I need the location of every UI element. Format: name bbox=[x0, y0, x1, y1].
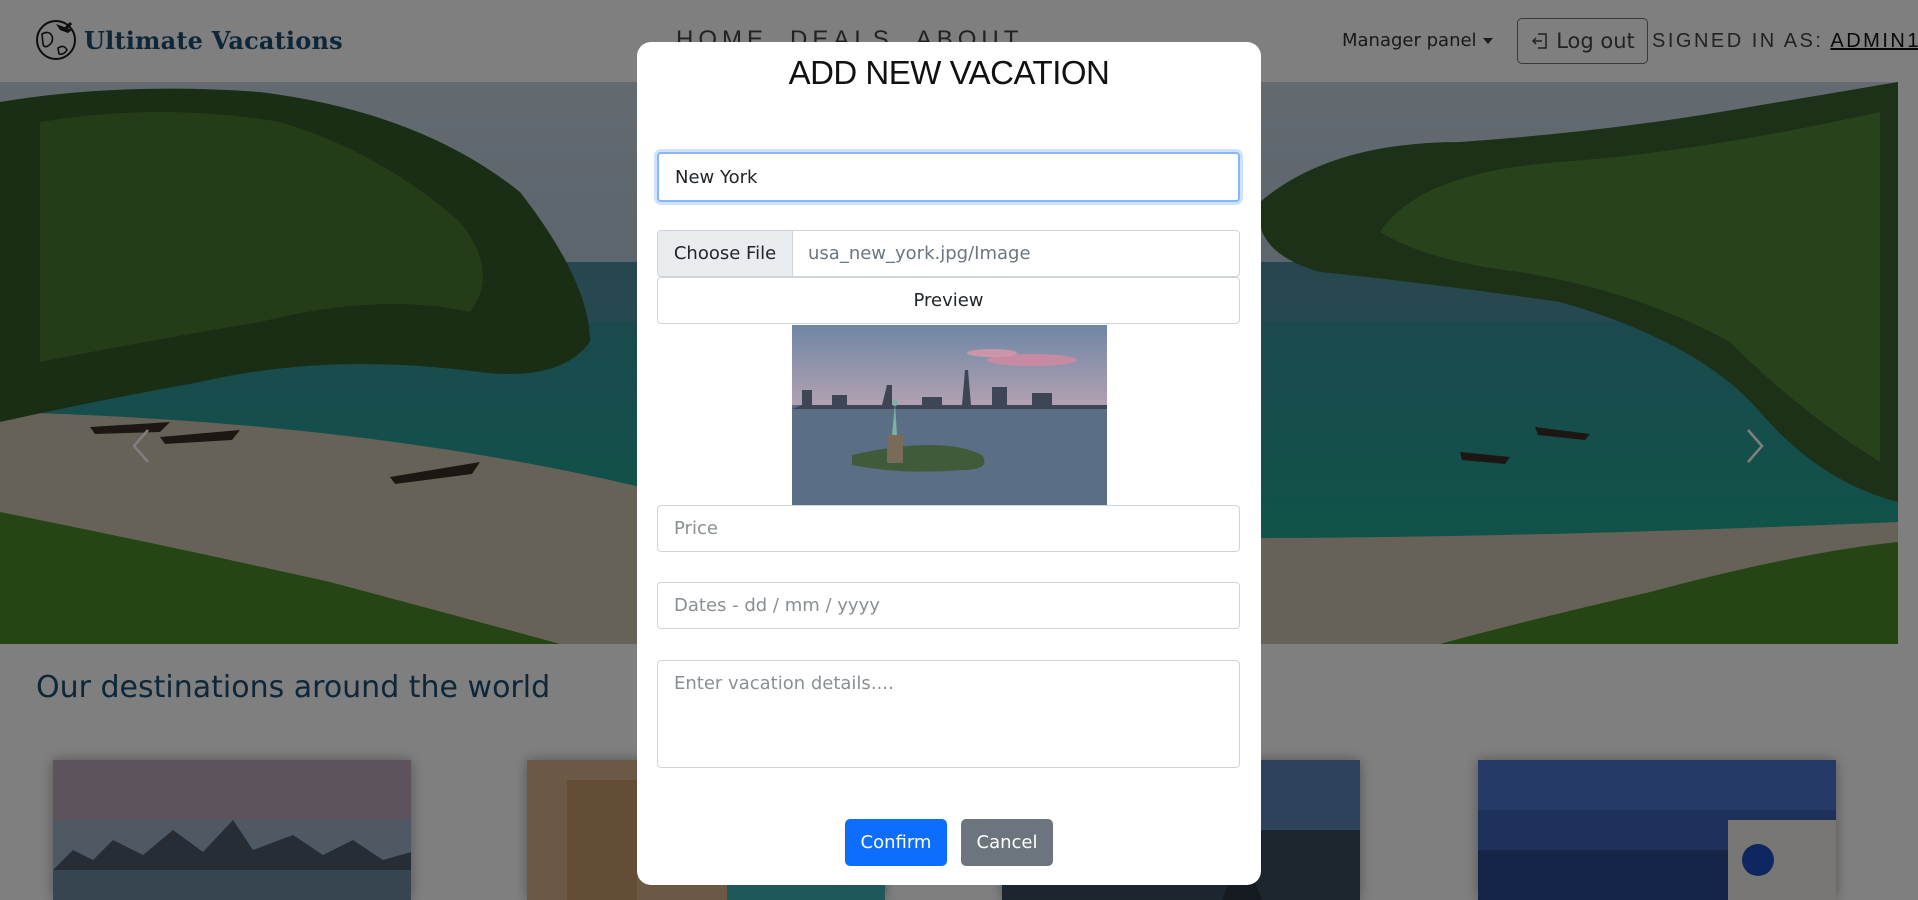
preview-button[interactable]: Preview bbox=[657, 277, 1240, 324]
destination-input-value: New York bbox=[675, 166, 758, 188]
cancel-button[interactable]: Cancel bbox=[961, 819, 1053, 866]
confirm-button[interactable]: Confirm bbox=[845, 819, 947, 866]
dates-placeholder: Dates - dd / mm / yyyy bbox=[674, 595, 880, 616]
image-preview bbox=[792, 325, 1107, 505]
image-preview-picture bbox=[792, 325, 1107, 505]
modal-title: ADD NEW VACATION bbox=[788, 54, 1110, 91]
price-input[interactable]: Price bbox=[657, 505, 1240, 552]
details-placeholder: Enter vacation details.... bbox=[674, 673, 894, 694]
add-vacation-modal: ADD NEW VACATION New York Choose File us… bbox=[637, 42, 1261, 885]
destination-input[interactable]: New York bbox=[657, 152, 1240, 202]
image-file-input[interactable]: Choose File usa_new_york.jpg/Image bbox=[657, 230, 1240, 277]
dates-input[interactable]: Dates - dd / mm / yyyy bbox=[657, 582, 1240, 629]
price-placeholder: Price bbox=[674, 518, 718, 539]
file-name: usa_new_york.jpg/Image bbox=[808, 243, 1031, 264]
choose-file-button[interactable]: Choose File bbox=[658, 231, 793, 276]
details-textarea[interactable]: Enter vacation details.... bbox=[657, 660, 1240, 768]
